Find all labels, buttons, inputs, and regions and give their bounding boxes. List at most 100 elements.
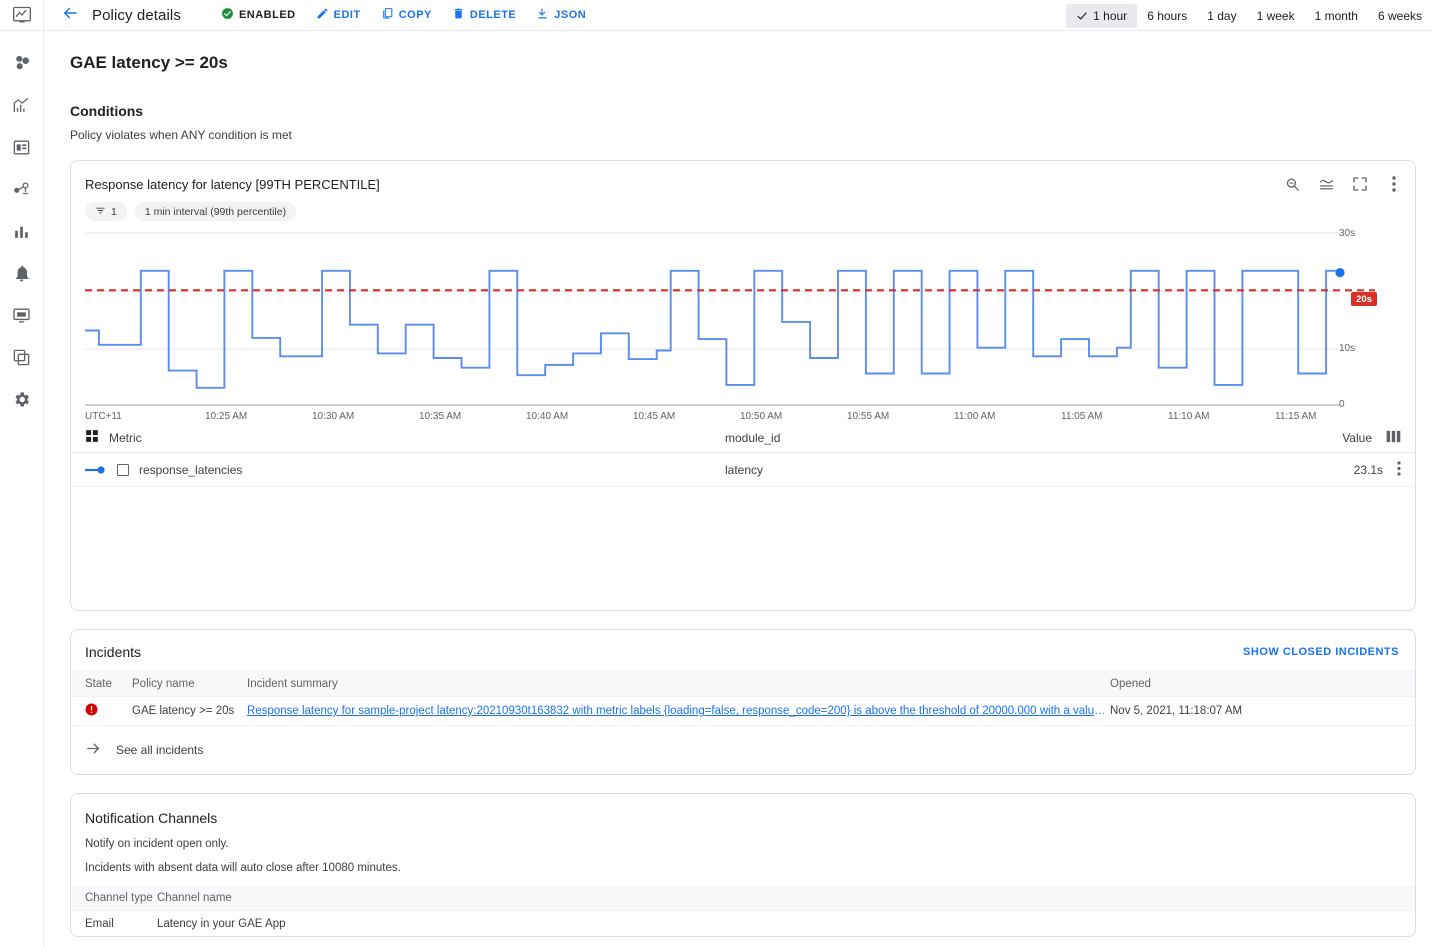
delete-button[interactable]: DELETE <box>442 3 526 27</box>
legend-col-metric-label: Metric <box>109 431 142 445</box>
incidents-col-summary: Incident summary <box>247 678 1110 690</box>
range-1-day[interactable]: 1 day <box>1197 4 1246 28</box>
zoom-search-icon[interactable] <box>1283 175 1301 193</box>
incidents-card: Incidents SHOW CLOSED INCIDENTS State Po… <box>70 629 1416 775</box>
channels-col-type: Channel type <box>85 892 157 904</box>
channel-type: Email <box>85 918 157 930</box>
incidents-table-header: State Policy name Incident summary Opene… <box>71 670 1415 696</box>
filter-icon <box>95 205 106 219</box>
sidebar-item-alerting[interactable] <box>2 257 42 289</box>
app-root: Policy details ENABLED EDIT <box>0 0 1432 947</box>
interval-chip-label: 1 min interval (99th percentile) <box>145 206 286 218</box>
stacked-lines-icon[interactable] <box>1317 175 1335 193</box>
bell-icon <box>12 264 31 283</box>
status-enabled-chip[interactable]: ENABLED <box>211 3 306 27</box>
x-tick-4: 10:45 AM <box>633 411 675 422</box>
chart-more-menu-icon[interactable] <box>1385 175 1403 193</box>
top-app-bar: Policy details ENABLED EDIT <box>44 0 1432 31</box>
range-label: 1 day <box>1207 9 1236 23</box>
check-icon <box>1076 10 1089 22</box>
conditions-subtext: Policy violates when ANY condition is me… <box>70 128 1416 142</box>
x-tick-0: 10:25 AM <box>205 411 247 422</box>
line-chart-icon <box>12 96 31 115</box>
copy-button[interactable]: COPY <box>371 3 442 27</box>
copy-label: COPY <box>399 10 432 21</box>
table-row[interactable]: GAE latency >= 20s Response latency for … <box>71 696 1415 726</box>
legend-col-value-label: Value <box>1342 431 1372 445</box>
sidebar-item-overview[interactable] <box>2 47 42 79</box>
incidents-header: Incidents SHOW CLOSED INCIDENTS <box>71 630 1415 670</box>
bar-chart-icon <box>12 222 31 241</box>
show-closed-incidents-button[interactable]: SHOW CLOSED INCIDENTS <box>1243 646 1399 658</box>
see-all-incidents-button[interactable]: See all incidents <box>71 726 1415 774</box>
back-button[interactable] <box>56 1 84 29</box>
filter-chip-count: 1 <box>111 206 117 218</box>
chart-title: Response latency for latency [99TH PERCE… <box>71 161 1415 192</box>
see-all-incidents-label: See all incidents <box>116 743 203 757</box>
legend-value: 23.1s <box>1354 463 1383 477</box>
legend-module-id: latency <box>725 463 1305 477</box>
latency-line-chart[interactable] <box>85 227 1375 407</box>
chart-chips: 1 1 min interval (99th percentile) <box>71 192 1415 221</box>
channels-col-name: Channel name <box>157 892 1401 904</box>
x-tick-2: 10:35 AM <box>419 411 461 422</box>
legend-cell-metric: response_latencies <box>85 463 725 477</box>
range-1-hour[interactable]: 1 hour <box>1066 4 1137 28</box>
legend-col-module-label: module_id <box>725 431 1305 445</box>
edit-button[interactable]: EDIT <box>306 3 371 27</box>
gear-icon <box>12 390 31 409</box>
metric-grid-icon <box>85 429 99 446</box>
x-tick-6: 10:55 AM <box>847 411 889 422</box>
x-axis-timezone: UTC+11 <box>85 411 122 422</box>
series-line-response-latencies <box>85 271 1340 388</box>
channels-table-header: Channel type Channel name <box>71 886 1415 910</box>
sidebar-item-settings[interactable] <box>2 383 42 415</box>
pencil-icon <box>316 7 329 23</box>
policy-name-heading: GAE latency >= 20s <box>70 53 1416 73</box>
json-button[interactable]: JSON <box>526 3 596 27</box>
page-content: GAE latency >= 20s Conditions Policy vio… <box>44 31 1432 947</box>
dashboard-icon <box>12 138 31 157</box>
x-tick-10: 11:15 AM <box>1275 411 1317 422</box>
x-axis-labels: UTC+11 10:25 AM 10:30 AM 10:35 AM 10:40 … <box>85 407 1375 429</box>
filter-chip[interactable]: 1 <box>85 202 127 221</box>
series-visibility-checkbox[interactable] <box>117 464 129 476</box>
range-1-month[interactable]: 1 month <box>1305 4 1368 28</box>
sidebar-item-metrics-explorer[interactable] <box>2 215 42 247</box>
sidebar-item-dashboards[interactable] <box>2 131 42 163</box>
edit-label: EDIT <box>334 10 361 21</box>
conditions-heading: Conditions <box>70 103 1416 119</box>
status-enabled-label: ENABLED <box>239 10 296 21</box>
range-label: 6 weeks <box>1378 9 1422 23</box>
interval-chip[interactable]: 1 min interval (99th percentile) <box>135 202 296 221</box>
series-color-swatch-icon <box>85 465 107 475</box>
range-label: 1 month <box>1315 9 1358 23</box>
range-label: 1 hour <box>1093 9 1127 23</box>
sidebar-item-uptime-checks[interactable] <box>2 299 42 331</box>
error-badge-icon <box>85 707 98 719</box>
range-label: 1 week <box>1257 9 1295 23</box>
range-1-week[interactable]: 1 week <box>1247 4 1305 28</box>
threshold-badge: 20s <box>1351 292 1377 306</box>
range-6-hours[interactable]: 6 hours <box>1137 4 1197 28</box>
sidebar-item-metrics-scope[interactable] <box>2 89 42 121</box>
incident-summary-link[interactable]: Response latency for sample-project late… <box>247 705 1110 717</box>
table-row[interactable]: Email Latency in your GAE App <box>71 910 1415 936</box>
notification-channels-card: Notification Channels Notify on incident… <box>70 793 1416 937</box>
incidents-title: Incidents <box>85 644 141 660</box>
page-title: Policy details <box>92 7 181 24</box>
copy-icon <box>381 7 394 23</box>
sidebar-item-groups[interactable] <box>2 341 42 373</box>
range-6-weeks[interactable]: 6 weeks <box>1368 4 1432 28</box>
table-row[interactable]: response_latencies latency 23.1s <box>71 453 1415 487</box>
x-tick-9: 11:10 AM <box>1168 411 1210 422</box>
fullscreen-icon[interactable] <box>1351 175 1369 193</box>
column-settings-icon[interactable] <box>1386 430 1401 446</box>
monitoring-logo-icon <box>0 0 44 31</box>
legend-row-more-icon[interactable] <box>1397 461 1401 479</box>
sidebar-item-services[interactable] <box>2 173 42 205</box>
y-tick-30s: 30s <box>1339 228 1355 239</box>
x-tick-7: 11:00 AM <box>954 411 996 422</box>
chart-plot-area: 30s 10s 0 20s UTC+11 10:25 AM 10:30 AM 1… <box>71 227 1415 417</box>
services-node-icon <box>12 180 31 199</box>
